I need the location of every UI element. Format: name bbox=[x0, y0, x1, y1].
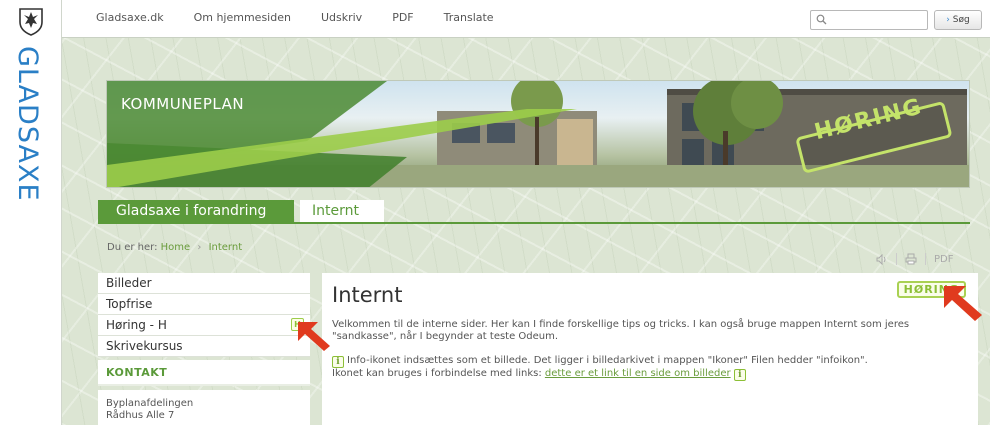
hero-title: KOMMUNEPLAN bbox=[121, 95, 245, 113]
tools-divider bbox=[925, 253, 926, 265]
search-box[interactable] bbox=[810, 10, 928, 30]
top-nav-links: Gladsaxe.dk Om hjemmesiden Udskriv PDF T… bbox=[96, 11, 494, 24]
main-content: Internt HØRING Velkommen til de interne … bbox=[322, 273, 978, 425]
contact-line: Rådhus Alle 7 bbox=[106, 410, 175, 421]
search-button[interactable]: › Søg bbox=[934, 10, 982, 30]
nav-link-print[interactable]: Udskriv bbox=[321, 11, 362, 24]
menu-item-label: Topfrise bbox=[106, 297, 153, 311]
info-icon: i bbox=[332, 356, 344, 368]
chevron-right-icon: › bbox=[946, 15, 950, 25]
menu-item-billeder[interactable]: Billeder bbox=[98, 273, 310, 294]
hero-banner: KOMMUNEPLAN HØRING bbox=[106, 80, 970, 188]
search-input[interactable] bbox=[831, 12, 925, 28]
info-paragraph: i Info-ikonet indsættes som et billede. D… bbox=[332, 355, 968, 381]
menu-item-horing[interactable]: Høring - H H bbox=[98, 315, 310, 336]
search-icon bbox=[816, 14, 827, 25]
menu-item-label: Billeder bbox=[106, 276, 152, 290]
breadcrumb-current[interactable]: Internt bbox=[209, 242, 243, 253]
contact-heading: KONTAKT bbox=[98, 360, 310, 386]
menu-item-label: Skrivekursus bbox=[106, 339, 183, 353]
search-button-label: Søg bbox=[952, 15, 970, 25]
breadcrumb: Du er her: Home › Internt bbox=[107, 242, 242, 253]
info-text: Info-ikonet indsættes som et billede. De… bbox=[347, 355, 868, 366]
print-icon[interactable] bbox=[905, 253, 917, 265]
nav-link-translate[interactable]: Translate bbox=[444, 11, 494, 24]
pdf-link[interactable]: PDF bbox=[934, 254, 953, 265]
tab-divider bbox=[98, 222, 970, 224]
coat-of-arms-icon[interactable] bbox=[17, 6, 45, 36]
arrow-pointer-icon bbox=[944, 286, 982, 321]
intro-paragraph: Velkommen til de interne sider. Her kan … bbox=[332, 319, 910, 342]
arrow-pointer-icon bbox=[298, 322, 330, 351]
menu-item-label: Høring - H bbox=[106, 318, 167, 332]
left-menu: Billeder Topfrise Høring - H H Skrivekur… bbox=[98, 273, 310, 425]
tab-internt[interactable]: Internt bbox=[300, 200, 384, 222]
page-tools: PDF bbox=[876, 253, 953, 265]
nav-link-gladsaxe[interactable]: Gladsaxe.dk bbox=[96, 11, 164, 24]
tools-divider bbox=[896, 253, 897, 265]
top-navigation-bar: Gladsaxe.dk Om hjemmesiden Udskriv PDF T… bbox=[62, 0, 990, 38]
tab-gladsaxe-i-forandring[interactable]: Gladsaxe i forandring bbox=[98, 200, 294, 222]
info-text-links: Ikonet kan bruges i forbindelse med link… bbox=[332, 368, 545, 379]
link-billeder-page[interactable]: dette er et link til en side om billeder bbox=[545, 368, 731, 379]
nav-link-pdf[interactable]: PDF bbox=[392, 11, 413, 24]
speaker-icon[interactable] bbox=[876, 253, 888, 265]
menu-item-skrivekursus[interactable]: Skrivekursus bbox=[98, 336, 310, 357]
brand-strip: GLADSAXE bbox=[0, 0, 62, 425]
brand-wordmark[interactable]: GLADSAXE bbox=[12, 46, 43, 202]
breadcrumb-prefix: Du er her: bbox=[107, 242, 158, 253]
breadcrumb-separator: › bbox=[197, 242, 202, 253]
breadcrumb-home-link[interactable]: Home bbox=[161, 242, 191, 253]
contact-box: Byplanafdelingen Rådhus Alle 7 bbox=[98, 390, 310, 425]
contact-line: Byplanafdelingen bbox=[106, 398, 194, 409]
menu-item-topfrise[interactable]: Topfrise bbox=[98, 294, 310, 315]
nav-link-about[interactable]: Om hjemmesiden bbox=[194, 11, 291, 24]
info-icon: i bbox=[733, 369, 746, 381]
page-title: Internt bbox=[332, 283, 403, 307]
